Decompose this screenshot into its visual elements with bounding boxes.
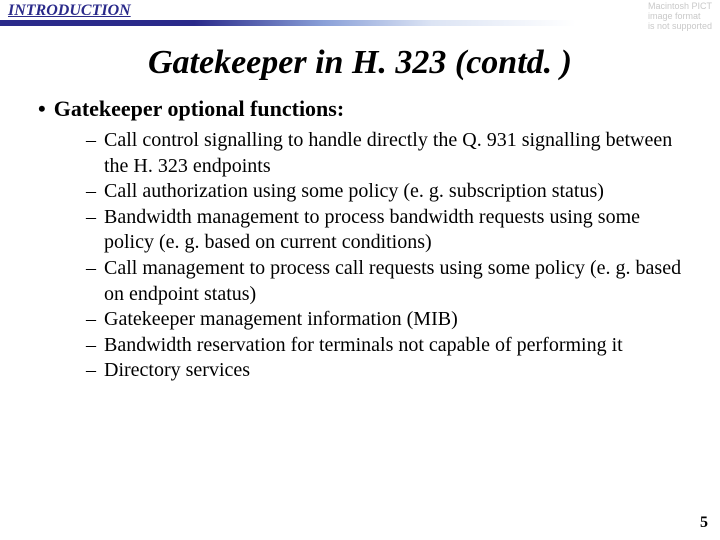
section-label: INTRODUCTION <box>8 2 131 20</box>
bullet-marker: • <box>38 96 46 122</box>
page-number: 5 <box>700 514 708 532</box>
list-item: – Directory services <box>86 358 692 384</box>
dash-icon: – <box>86 256 96 307</box>
list-item-text: Directory services <box>104 358 692 384</box>
section-label-text: INTRODUCTION <box>8 2 131 19</box>
list-item: – Call management to process call reques… <box>86 256 692 307</box>
dash-icon: – <box>86 179 96 205</box>
list-item-text: Gatekeeper management information (MIB) <box>104 307 692 333</box>
list-item: – Bandwidth management to process bandwi… <box>86 205 692 256</box>
watermark-line-3: is not supported <box>648 22 712 32</box>
list-item-text: Call authorization using some policy (e.… <box>104 179 692 205</box>
list-item-text: Call control signalling to handle direct… <box>104 128 692 179</box>
list-item: – Gatekeeper management information (MIB… <box>86 307 692 333</box>
main-bullet: • Gatekeeper optional functions: <box>38 96 692 122</box>
dash-icon: – <box>86 205 96 256</box>
header-divider <box>0 20 720 26</box>
sub-list: – Call control signalling to handle dire… <box>38 128 692 384</box>
dash-icon: – <box>86 333 96 359</box>
header-bar: INTRODUCTION Macintosh PICT image format… <box>0 0 720 26</box>
list-item: – Call control signalling to handle dire… <box>86 128 692 179</box>
dash-icon: – <box>86 128 96 179</box>
content-area: • Gatekeeper optional functions: – Call … <box>0 96 720 384</box>
main-bullet-text: Gatekeeper optional functions: <box>54 96 344 122</box>
list-item-text: Bandwidth management to process bandwidt… <box>104 205 692 256</box>
image-format-watermark: Macintosh PICT image format is not suppo… <box>648 2 712 32</box>
list-item: – Bandwidth reservation for terminals no… <box>86 333 692 359</box>
dash-icon: – <box>86 358 96 384</box>
page-title: Gatekeeper in H. 323 (contd. ) <box>0 44 720 82</box>
list-item-text: Bandwidth reservation for terminals not … <box>104 333 692 359</box>
dash-icon: – <box>86 307 96 333</box>
list-item-text: Call management to process call requests… <box>104 256 692 307</box>
list-item: – Call authorization using some policy (… <box>86 179 692 205</box>
